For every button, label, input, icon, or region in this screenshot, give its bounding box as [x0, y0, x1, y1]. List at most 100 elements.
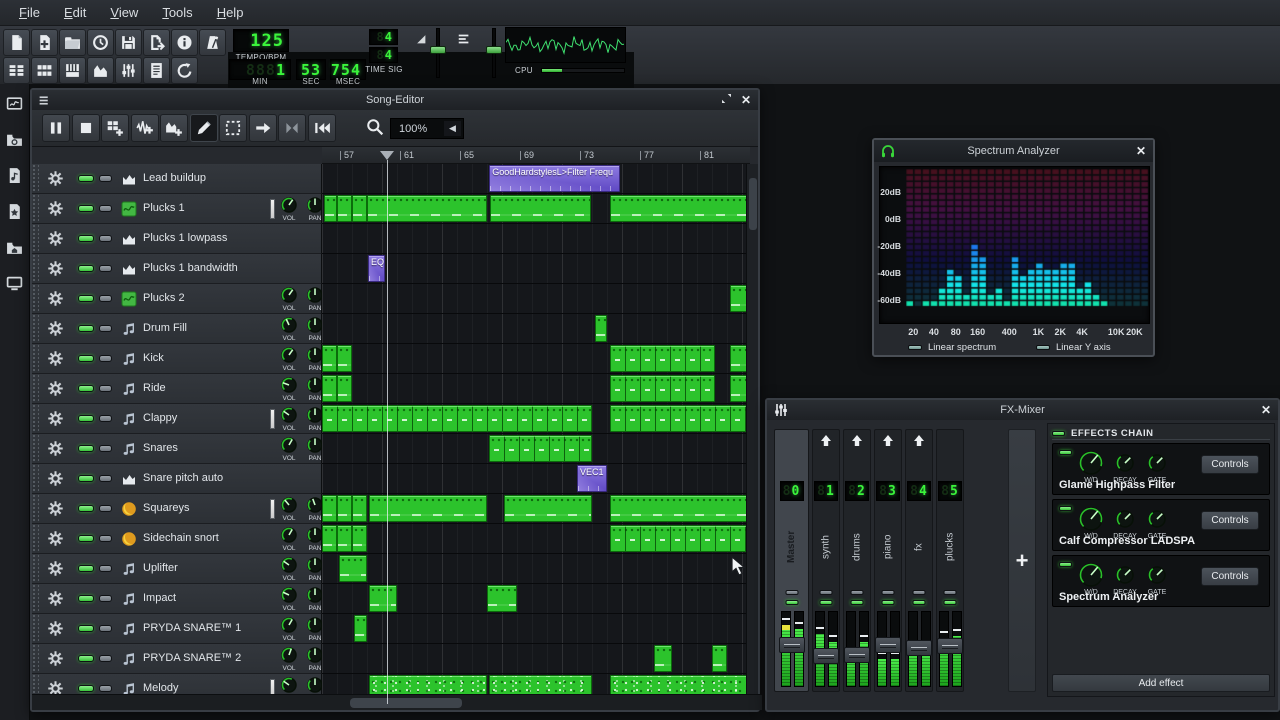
legend-led-icon[interactable]	[1036, 345, 1050, 350]
track-volume-knob[interactable]	[280, 286, 298, 304]
track-solo-led[interactable]	[99, 595, 112, 602]
track-solo-led[interactable]	[99, 685, 112, 692]
track-volume-knob[interactable]	[280, 346, 298, 364]
master-pitch-handle[interactable]	[486, 46, 502, 54]
track-volume-knob[interactable]	[280, 376, 298, 394]
track-solo-led[interactable]	[99, 445, 112, 452]
track-mute-led[interactable]	[78, 205, 94, 212]
effect-controls-button[interactable]: Controls	[1201, 455, 1259, 474]
menu-item-edit[interactable]: Edit	[53, 2, 97, 23]
pattern-segment[interactable]	[610, 375, 715, 402]
channel-fader-handle[interactable]	[813, 648, 839, 664]
pattern-segment[interactable]	[504, 495, 593, 522]
track-mute-led[interactable]	[78, 475, 94, 482]
spectrum-legend-checkbox[interactable]: Linear Y axis	[1036, 342, 1111, 353]
track-gear-icon[interactable]	[47, 530, 64, 547]
track-gear-icon[interactable]	[47, 170, 64, 187]
track-solo-led[interactable]	[99, 475, 112, 482]
export-project-button[interactable]	[143, 29, 170, 56]
track-grip[interactable]	[32, 224, 39, 253]
channel-fader-handle[interactable]	[779, 637, 805, 653]
zoom-spinner[interactable]: ◀	[444, 121, 461, 136]
pattern-segment[interactable]	[322, 495, 337, 522]
playhead-marker[interactable]	[380, 151, 394, 160]
track-mute-led[interactable]	[78, 325, 94, 332]
track-grip[interactable]	[32, 314, 39, 343]
spectrum-titlebar[interactable]: Spectrum Analyzer ✕	[874, 140, 1153, 162]
track-grip[interactable]	[32, 404, 39, 433]
song-editor-titlebar[interactable]: Song-Editor ✕	[32, 90, 758, 110]
mixer-channel-plucks[interactable]: 85plucks	[936, 429, 964, 692]
track-header[interactable]: Uplifter VOL PAN	[32, 554, 322, 584]
save-project-button[interactable]	[115, 29, 142, 56]
channel-fader-handle[interactable]	[844, 647, 870, 663]
sidebar-computer-button[interactable]	[4, 272, 26, 294]
track-grip[interactable]	[32, 554, 39, 583]
send-arrow-icon[interactable]	[851, 435, 863, 446]
bb-editor-button[interactable]	[31, 57, 58, 84]
pattern-segment[interactable]	[322, 405, 592, 432]
project-notes-button[interactable]	[143, 57, 170, 84]
fx-mixer-titlebar[interactable]: FX-Mixer ✕	[767, 400, 1278, 420]
track-mute-led[interactable]	[78, 505, 94, 512]
pattern-segment[interactable]	[654, 645, 672, 672]
track-volume-knob[interactable]	[280, 556, 298, 574]
track-header[interactable]: Ride VOL PAN	[32, 374, 322, 404]
track-mute-led[interactable]	[78, 625, 94, 632]
rewind-button[interactable]	[308, 114, 336, 142]
mixer-channel-fx[interactable]: 84fx	[905, 429, 933, 692]
spectrum-legend-checkbox[interactable]: Linear spectrum	[908, 342, 996, 353]
track-solo-led[interactable]	[99, 505, 112, 512]
channel-name[interactable]: piano	[875, 508, 901, 586]
controller-rack-button[interactable]	[171, 57, 198, 84]
close-icon[interactable]: ✕	[738, 92, 754, 108]
track-solo-led[interactable]	[99, 175, 112, 182]
track-solo-led[interactable]	[99, 295, 112, 302]
timesig-denominator-display[interactable]: 84	[369, 47, 398, 63]
track-grip[interactable]	[32, 164, 39, 193]
channel-mute-led[interactable]	[882, 600, 895, 605]
track-solo-led[interactable]	[99, 625, 112, 632]
track-volume-knob[interactable]	[280, 436, 298, 454]
track-solo-led[interactable]	[99, 205, 112, 212]
track-gear-icon[interactable]	[47, 290, 64, 307]
channel-mute-led[interactable]	[944, 600, 957, 605]
track-grip[interactable]	[32, 434, 39, 463]
new-from-template-button[interactable]	[31, 29, 58, 56]
menu-item-file[interactable]: File	[8, 2, 51, 23]
track-header[interactable]: PRYDA SNARE™ 2 VOL PAN	[32, 644, 322, 674]
sidebar-presets-button[interactable]	[4, 164, 26, 186]
track-name[interactable]: Squareys	[143, 502, 189, 514]
project-info-button[interactable]	[171, 29, 198, 56]
mixer-channel-synth[interactable]: 81synth	[812, 429, 840, 692]
track-solo-led[interactable]	[99, 565, 112, 572]
channel-fader-handle[interactable]	[906, 640, 932, 656]
track-solo-led[interactable]	[99, 385, 112, 392]
track-mute-led[interactable]	[78, 355, 94, 362]
track-gear-icon[interactable]	[47, 470, 64, 487]
song-editor-button[interactable]	[3, 57, 30, 84]
track-name[interactable]: Plucks 1 bandwidth	[143, 262, 238, 274]
track-name[interactable]: Clappy	[143, 412, 177, 424]
track-grip[interactable]	[32, 584, 39, 613]
draw-mode-button[interactable]	[190, 114, 218, 142]
send-arrow-icon[interactable]	[913, 435, 925, 446]
track-name[interactable]: Plucks 1	[143, 202, 185, 214]
track-gear-icon[interactable]	[47, 260, 64, 277]
track-mute-led[interactable]	[78, 385, 94, 392]
track-name[interactable]: Snares	[143, 442, 178, 454]
channel-solo-led[interactable]	[785, 590, 798, 595]
track-header[interactable]: Squareys VOL PAN	[32, 494, 322, 524]
channel-name[interactable]: Master	[775, 508, 808, 586]
track-solo-led[interactable]	[99, 535, 112, 542]
automation-pattern[interactable]: GoodHardstylesL>Filter Frequ	[489, 165, 620, 192]
pattern-segment[interactable]	[337, 345, 352, 372]
pattern-segment[interactable]	[352, 525, 367, 552]
effect-enable-led[interactable]	[1059, 450, 1072, 455]
add-bb-track-button[interactable]	[101, 114, 129, 142]
track-mute-led[interactable]	[78, 415, 94, 422]
track-gear-icon[interactable]	[47, 590, 64, 607]
track-name[interactable]: Ride	[143, 382, 166, 394]
track-gear-icon[interactable]	[47, 410, 64, 427]
track-mute-led[interactable]	[78, 655, 94, 662]
